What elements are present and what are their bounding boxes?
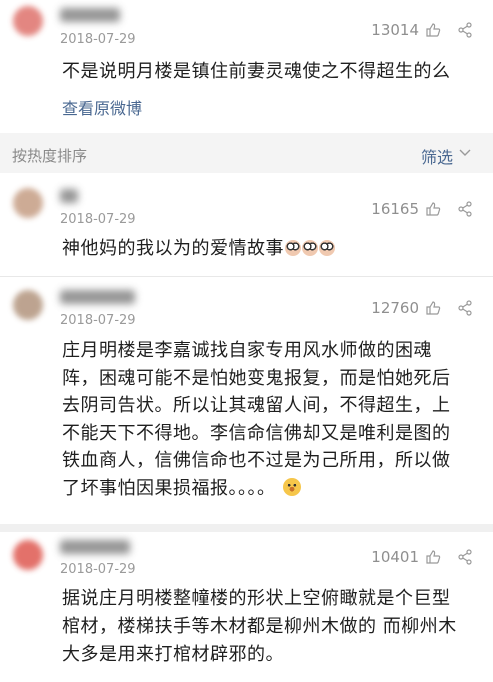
- thumbs-up-icon[interactable]: [425, 22, 441, 38]
- username-blurred[interactable]: [60, 8, 120, 22]
- face-icon: [302, 240, 318, 256]
- comment-date: 2018-07-29: [60, 212, 136, 227]
- username-blurred[interactable]: [60, 540, 130, 554]
- like-count: 16165: [371, 200, 419, 218]
- avatar[interactable]: [13, 290, 43, 320]
- face-icon: [285, 240, 301, 256]
- like-count: 13014: [371, 21, 419, 39]
- comment-line: 庄月明楼是李嘉诚找自家专用风水师做的困魂: [62, 340, 432, 361]
- like-count: 12760: [371, 299, 419, 317]
- chevron-down-icon[interactable]: [459, 149, 471, 157]
- face-icon: [282, 477, 301, 496]
- comment-text: 神他妈的我以为的爱情故事: [62, 235, 473, 262]
- thumbs-up-icon[interactable]: [425, 549, 441, 565]
- comment-line: 不能天下不得地。李信命信佛却又是唯利是图的: [62, 422, 451, 444]
- share-icon[interactable]: [457, 22, 473, 38]
- comment-line: 棺材，楼梯扶手等木材都是柳州木做的 而柳州木: [62, 616, 457, 637]
- comment-line-last: 了坏事怕因果损福报。。。。: [62, 475, 473, 503]
- comment-line: 铁血商人，信佛信命也不过是为己所用，所以做: [62, 450, 451, 471]
- avatar[interactable]: [13, 540, 43, 570]
- filter-button[interactable]: 筛选: [421, 144, 453, 168]
- sort-by-hot-label[interactable]: 按热度排序: [12, 145, 87, 166]
- share-icon[interactable]: [457, 549, 473, 565]
- comment-text: 据说庄月明楼整幢楼的形状上空俯瞰就是个巨型 棺材，楼梯扶手等木材都是柳州木做的 …: [62, 585, 473, 669]
- thumbs-up-icon[interactable]: [425, 201, 441, 217]
- view-original-post-link[interactable]: 查看原微博: [62, 95, 142, 119]
- comment-text: 庄月明楼是李嘉诚找自家专用风水师做的困魂 阵，困魂可能不是怕她变鬼报复，而是怕她…: [62, 337, 473, 502]
- comment-line: 了坏事怕因果损福报。。。。: [62, 477, 276, 499]
- like-count: 10401: [371, 548, 419, 566]
- comment-line: 阵，困魂可能不是怕她变鬼报复，而是怕她死后: [62, 367, 451, 389]
- comment-line: 去阴司告状。所以让其魂留人间，不得超生，上: [62, 395, 451, 416]
- face-icon: [319, 240, 335, 256]
- comment-date: 2018-07-29: [60, 562, 136, 577]
- comment-line: 据说庄月明楼整幢楼的形状上空俯瞰就是个巨型: [62, 588, 451, 609]
- divider: [0, 276, 493, 277]
- comment-text: 不是说明月楼是镇住前妻灵魂使之不得超生的么: [62, 61, 451, 82]
- avatar[interactable]: [13, 188, 43, 218]
- comment-text-body: 神他妈的我以为的爱情故事: [62, 238, 284, 259]
- username-blurred[interactable]: [60, 189, 78, 203]
- thumbs-up-icon[interactable]: [425, 300, 441, 316]
- comment-date: 2018-07-29: [60, 32, 136, 47]
- avatar[interactable]: [13, 6, 43, 36]
- comment-date: 2018-07-29: [60, 313, 136, 328]
- share-icon[interactable]: [457, 201, 473, 217]
- share-icon[interactable]: [457, 300, 473, 316]
- sort-bar: 按热度排序 筛选: [0, 133, 493, 173]
- username-blurred[interactable]: [60, 290, 135, 304]
- comment-line: 大多是用来打棺材辟邪的。: [62, 644, 284, 665]
- divider: [0, 524, 493, 532]
